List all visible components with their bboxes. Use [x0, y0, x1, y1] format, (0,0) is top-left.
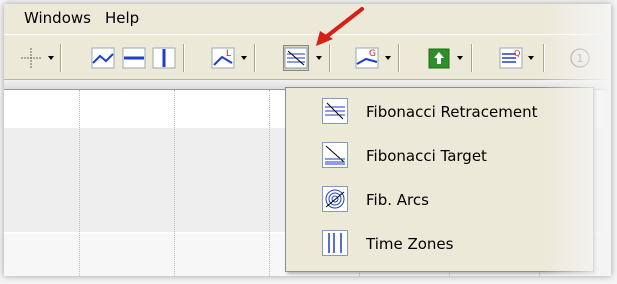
svg-text:1: 1 — [577, 52, 584, 65]
menu-item-label: Fibonacci Retracement — [366, 103, 538, 121]
menu-item-fibonacci-retracement[interactable]: Fibonacci Retracement — [286, 93, 593, 131]
menu-item-fib-arcs[interactable]: Fib. Arcs — [286, 181, 593, 219]
menu-item-label: Fib. Arcs — [366, 191, 429, 209]
arrow-up-icon — [428, 48, 450, 69]
quote-list-button[interactable]: Q — [498, 45, 524, 71]
menu-windows[interactable]: Windows — [4, 4, 98, 33]
angle-tool-button[interactable]: L — [210, 45, 236, 71]
circle-number-icon: 1 — [570, 48, 590, 68]
quote-list-dropdown-arrow[interactable] — [525, 45, 537, 71]
trendline-icon — [91, 47, 115, 69]
svg-text:Q: Q — [514, 49, 520, 58]
horizontal-line-button[interactable] — [121, 45, 147, 71]
circle-number-button[interactable]: 1 — [567, 45, 593, 71]
buy-arrow-dropdown-arrow[interactable] — [454, 45, 466, 71]
menu-item-fibonacci-target[interactable]: Fibonacci Target — [286, 137, 593, 175]
vertical-line-icon — [152, 47, 176, 69]
fib-arcs-icon — [322, 186, 348, 212]
angle-tool-icon: L — [211, 47, 235, 69]
quote-list-icon: Q — [499, 47, 523, 69]
annotation-arrow-icon — [316, 7, 364, 46]
menu-help[interactable]: Help — [98, 4, 146, 33]
menu-item-label: Fibonacci Target — [366, 147, 487, 165]
menu-item-label: Time Zones — [366, 235, 454, 253]
gann-tools-dropdown-arrow[interactable] — [382, 45, 394, 71]
vertical-line-button[interactable] — [151, 45, 177, 71]
crosshair-button[interactable] — [18, 45, 44, 71]
horizontal-line-icon — [122, 47, 146, 69]
crosshair-icon — [21, 48, 41, 68]
fibonacci-target-icon — [322, 142, 348, 168]
menu-item-time-zones[interactable]: Time Zones — [286, 225, 593, 263]
buy-arrow-button[interactable] — [426, 45, 452, 71]
svg-text:L: L — [226, 49, 231, 59]
crosshair-dropdown-arrow[interactable] — [45, 45, 57, 71]
fibonacci-retracement-icon — [322, 98, 348, 124]
angle-tool-dropdown-arrow[interactable] — [238, 45, 250, 71]
application-window: Windows Help L G Q 1 Fibonacci Retraceme… — [4, 4, 611, 276]
fibonacci-tools-menu: Fibonacci Retracement Fibonacci Target F… — [285, 87, 594, 272]
trendline-button[interactable] — [90, 45, 116, 71]
time-zones-icon — [322, 230, 348, 256]
